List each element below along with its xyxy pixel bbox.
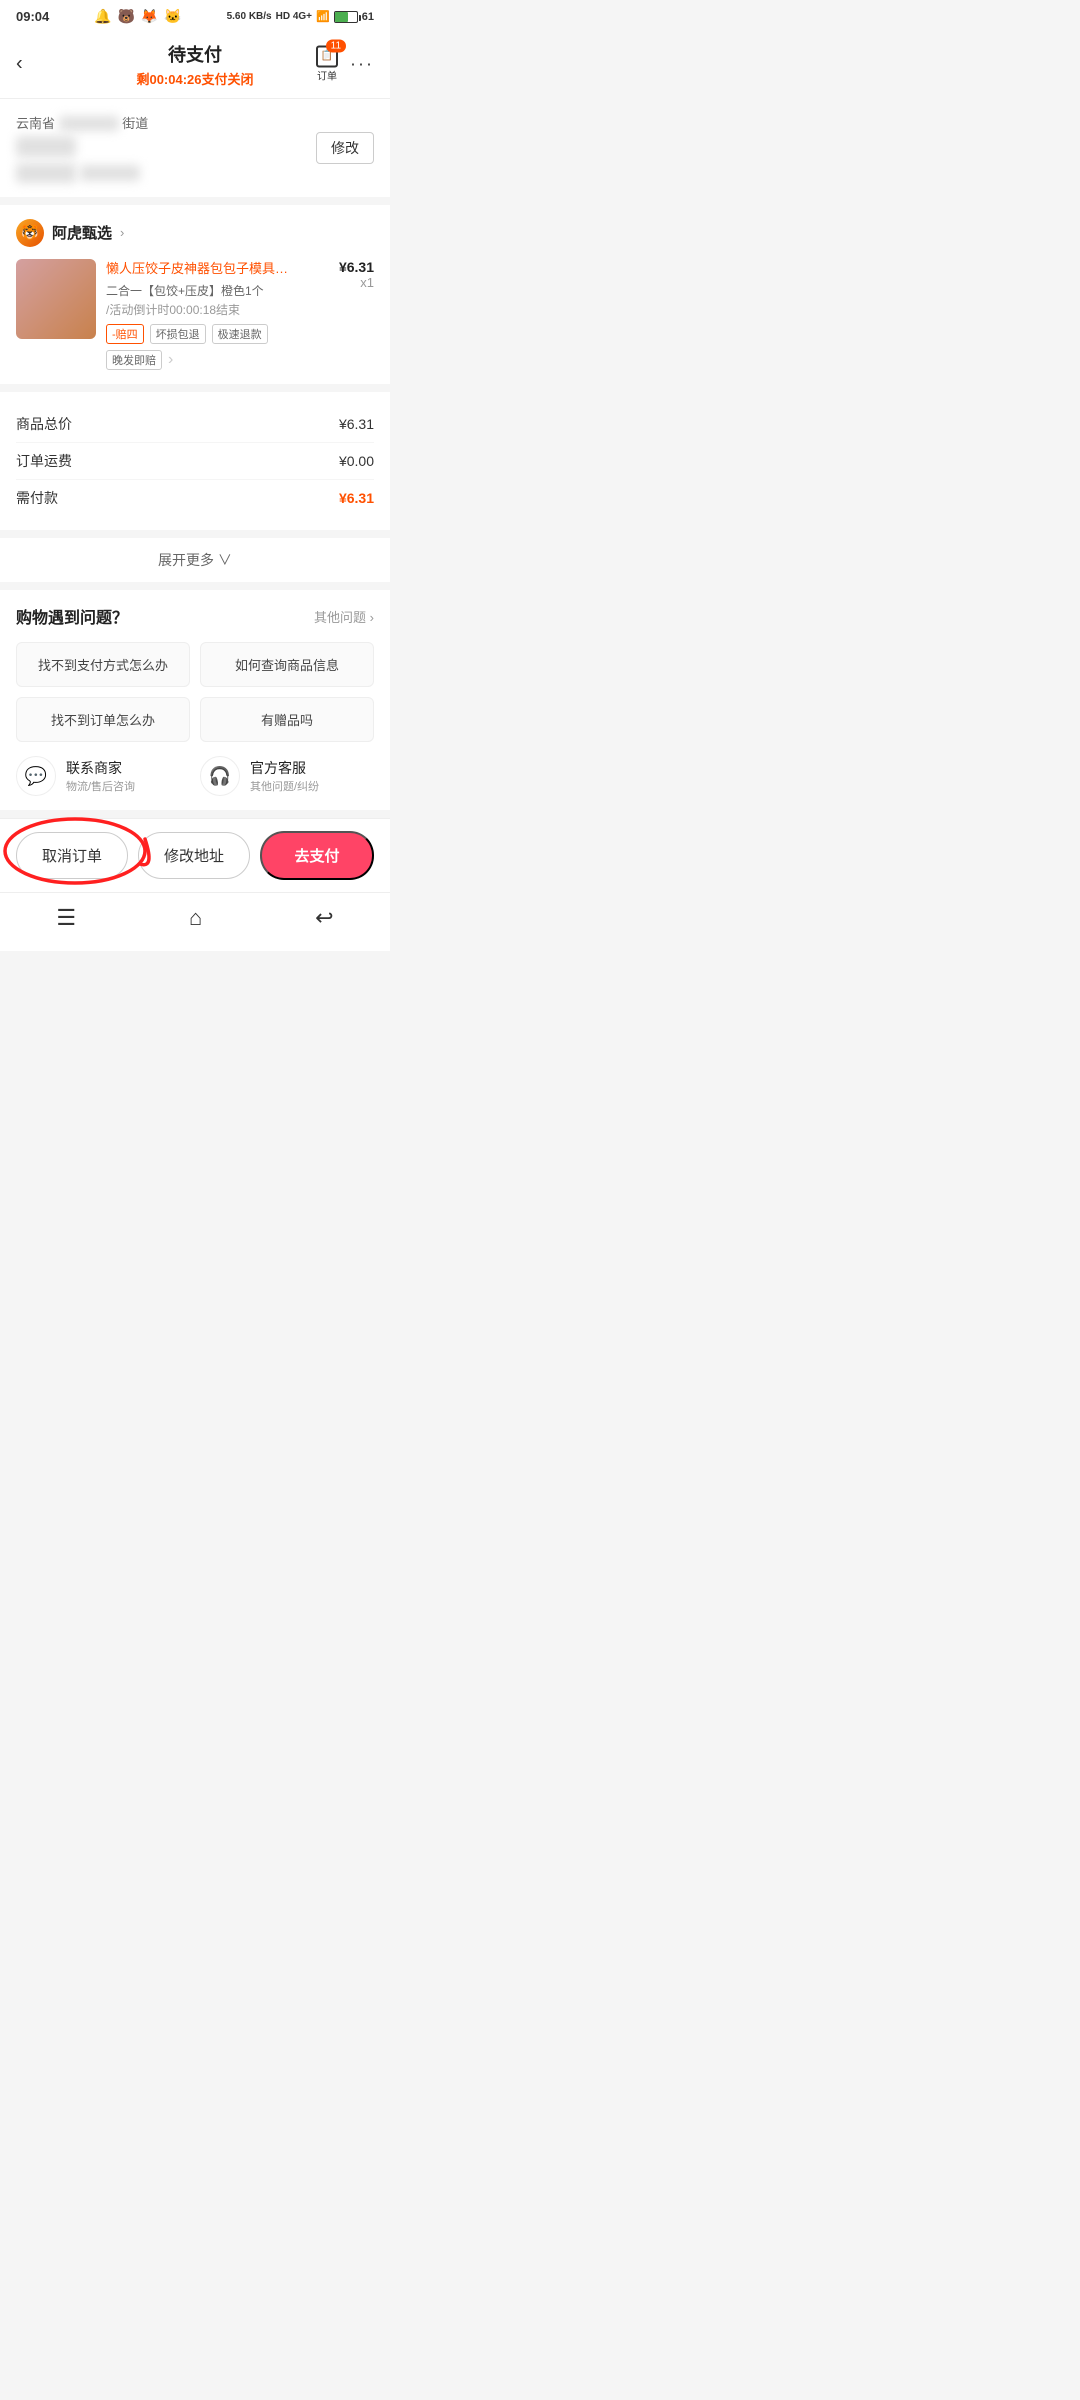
merchant-contact-text: 联系商家 物流/售后咨询	[66, 758, 135, 794]
help-item-3[interactable]: 有赠品吗	[200, 697, 374, 742]
status-notifications: 🔔 🐻 🦊 🐱	[94, 8, 182, 25]
payable-price-row: 需付款 ¥6.31	[16, 480, 374, 516]
shipping-value: ¥0.00	[339, 453, 374, 469]
product-countdown: /活动倒计时00:00:18结束	[106, 301, 304, 318]
cancel-order-button[interactable]: 取消订单	[16, 832, 128, 879]
shop-icon: 🐯	[16, 219, 44, 247]
product-name: 懒人压饺子皮神器包包子模具…	[106, 259, 304, 279]
edit-address-button[interactable]: 修改	[316, 132, 374, 164]
contact-merchant[interactable]: 💬 联系商家 物流/售后咨询	[16, 756, 190, 796]
service-desc: 其他问题/纠纷	[250, 778, 319, 794]
status-right: 5.60 KB/s HD 4G+ 📶 61	[227, 10, 374, 23]
more-button[interactable]: ···	[350, 53, 374, 74]
product-info: 懒人压饺子皮神器包包子模具… 二合一【包饺+压皮】橙色1个 /活动倒计时00:0…	[106, 259, 304, 371]
address-province: 云南省 街道	[16, 113, 374, 132]
countdown-suffix: 支付关闭	[202, 72, 254, 87]
data-speed: 5.60 KB/s	[227, 11, 272, 22]
pricing-section: 商品总价 ¥6.31 订单运费 ¥0.00 需付款 ¥6.31	[0, 392, 390, 530]
app-icon-2: 🦊	[141, 8, 158, 25]
shop-arrow-icon: ›	[120, 225, 124, 240]
product-image	[16, 259, 96, 339]
help-item-1[interactable]: 如何查询商品信息	[200, 642, 374, 687]
bell-icon: 🔔	[94, 8, 111, 25]
address-blurred-1	[59, 116, 119, 131]
status-bar: 09:04 🔔 🐻 🦊 🐱 5.60 KB/s HD 4G+ 📶 61	[0, 0, 390, 29]
tag-refund: 极速退款	[212, 324, 268, 344]
service-name: 官方客服	[250, 758, 319, 778]
shipping-label: 订单运费	[16, 451, 72, 471]
pay-button[interactable]: 去支付	[260, 831, 374, 880]
payable-label: 需付款	[16, 488, 58, 508]
total-label: 商品总价	[16, 414, 72, 434]
product-qty: x1	[314, 275, 374, 290]
help-other-link[interactable]: 其他问题 ›	[314, 607, 374, 626]
help-item-0[interactable]: 找不到支付方式怎么办	[16, 642, 190, 687]
payable-value: ¥6.31	[339, 490, 374, 506]
merchant-desc: 物流/售后咨询	[66, 778, 135, 794]
bottom-actions: 取消订单 修改地址 去支付	[0, 818, 390, 892]
help-title: 购物遇到问题？	[16, 604, 128, 628]
product-section: 🐯 阿虎甄选 › 懒人压饺子皮神器包包子模具… 二合一【包饺+压皮】橙色1个 /…	[0, 205, 390, 385]
shop-header[interactable]: 🐯 阿虎甄选 ›	[16, 219, 374, 247]
battery-level: 61	[362, 11, 374, 23]
help-item-2[interactable]: 找不到订单怎么办	[16, 697, 190, 742]
order-button[interactable]: 📋 11 订单	[316, 45, 338, 82]
address-name: 彭█ ███72	[16, 163, 374, 183]
total-price-row: 商品总价 ¥6.31	[16, 406, 374, 443]
help-header: 购物遇到问题？ 其他问题 ›	[16, 604, 374, 628]
menu-nav-icon[interactable]: ☰	[56, 905, 76, 931]
total-value: ¥6.31	[339, 416, 374, 432]
navigation-bar: ☰ ⌂ ↩	[0, 892, 390, 951]
network-type: HD 4G+	[276, 11, 312, 22]
expand-more-button[interactable]: 展开更多 ∨	[0, 538, 390, 582]
help-section: 购物遇到问题？ 其他问题 › 找不到支付方式怎么办 如何查询商品信息 找不到订单…	[0, 590, 390, 810]
contact-service[interactable]: 🎧 官方客服 其他问题/纠纷	[200, 756, 374, 796]
order-icon: 📋 11	[316, 45, 338, 67]
product-spec: 二合一【包饺+压皮】橙色1个	[106, 282, 304, 299]
product-tags: -赔四 坏损包退 极速退款 晚发即赔 ›	[106, 324, 304, 370]
back-button[interactable]: ‹	[16, 52, 23, 75]
modify-address-button[interactable]: 修改地址	[138, 832, 250, 879]
address-section: 云南省 街道 云█ 彭█ ███72 修改	[0, 99, 390, 197]
app-icon-1: 🐻	[117, 8, 134, 25]
wifi-icon: 📶	[316, 10, 330, 23]
shop-name: 阿虎甄选	[52, 222, 112, 243]
merchant-name: 联系商家	[66, 758, 135, 778]
page-header: ‹ 待支付 剩00:04:26支付关闭 📋 11 订单 ···	[0, 29, 390, 99]
contact-row: 💬 联系商家 物流/售后咨询 🎧 官方客服 其他问题/纠纷	[16, 756, 374, 796]
merchant-chat-icon: 💬	[16, 756, 56, 796]
status-time: 09:04	[16, 9, 49, 24]
order-badge: 11	[326, 39, 346, 52]
countdown-timer: 00:04:26	[149, 72, 201, 87]
shipping-price-row: 订单运费 ¥0.00	[16, 443, 374, 480]
home-nav-icon[interactable]: ⌂	[189, 905, 202, 931]
product-row: 懒人压饺子皮神器包包子模具… 二合一【包饺+压皮】橙色1个 /活动倒计时00:0…	[16, 259, 374, 371]
product-price: ¥6.31	[314, 259, 374, 275]
tag-late: 晚发即赔	[106, 350, 162, 370]
product-price-qty: ¥6.31 x1	[314, 259, 374, 371]
tags-arrow-icon: ›	[168, 351, 173, 369]
back-nav-icon[interactable]: ↩	[315, 905, 333, 931]
order-label: 订单	[317, 67, 337, 82]
tag-return: 坏损包退	[150, 324, 206, 344]
tag-compensation: -赔四	[106, 324, 144, 344]
service-icon: 🎧	[200, 756, 240, 796]
service-contact-text: 官方客服 其他问题/纠纷	[250, 758, 319, 794]
help-grid: 找不到支付方式怎么办 如何查询商品信息 找不到订单怎么办 有赠品吗	[16, 642, 374, 742]
countdown-prefix: 剩	[136, 72, 149, 87]
header-actions: 📋 11 订单 ···	[316, 45, 374, 82]
app-icon-3: 🐱	[164, 8, 181, 25]
battery-icon	[334, 11, 358, 23]
